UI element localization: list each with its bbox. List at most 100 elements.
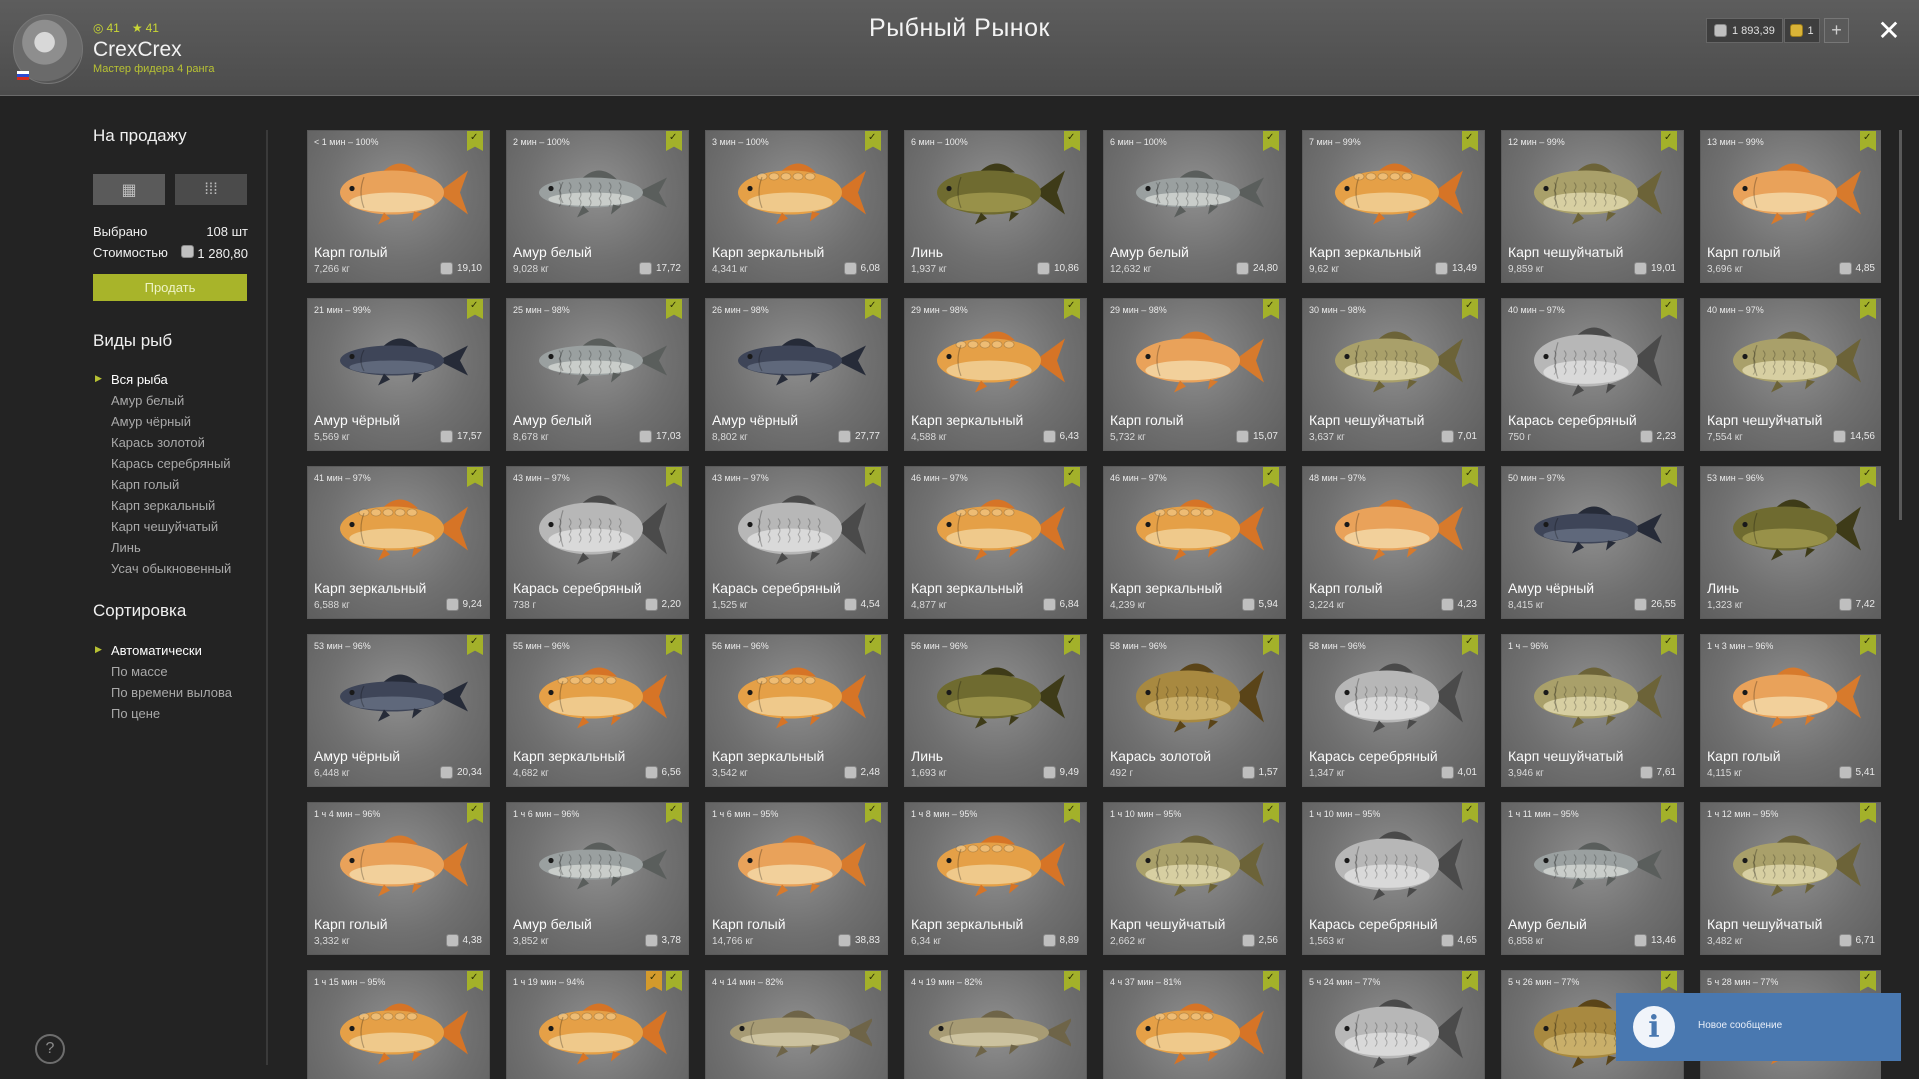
selected-bookmark-icon[interactable] <box>1064 131 1080 151</box>
selected-bookmark-icon[interactable] <box>865 467 881 487</box>
fish-card[interactable]: 13 мин – 99% Карп голый 3,696 кг 4,85 <box>1700 130 1881 283</box>
fish-card[interactable]: 3 мин – 100% Карп зеркальный 4,341 кг 6,… <box>705 130 888 283</box>
selected-bookmark-icon[interactable] <box>1860 635 1876 655</box>
selected-bookmark-icon[interactable] <box>1263 467 1279 487</box>
fish-card[interactable]: 56 мин – 96% Карп зеркальный 3,542 кг 2,… <box>705 634 888 787</box>
fish-card[interactable]: 30 мин – 98% Карп чешуйчатый 3,637 кг 7,… <box>1302 298 1485 451</box>
sort-option[interactable]: По массе <box>93 664 232 685</box>
selected-bookmark-icon[interactable] <box>1462 971 1478 991</box>
fish-card[interactable]: 48 мин – 97% Карп голый 3,224 кг 4,23 <box>1302 466 1485 619</box>
scrollbar[interactable] <box>1899 130 1902 520</box>
selected-bookmark-icon[interactable] <box>1661 299 1677 319</box>
selected-bookmark-icon[interactable] <box>1064 299 1080 319</box>
help-icon[interactable]: ? <box>35 1034 65 1064</box>
selected-bookmark-icon[interactable] <box>467 299 483 319</box>
selected-bookmark-icon[interactable] <box>1860 971 1876 991</box>
fish-card[interactable]: 1 ч 8 мин – 95% Карп зеркальный 6,34 кг … <box>904 802 1087 955</box>
fish-card[interactable]: 1 ч – 96% Карп чешуйчатый 3,946 кг 7,61 <box>1501 634 1684 787</box>
species-item[interactable]: Карп зеркальный <box>93 498 231 519</box>
species-item[interactable]: Амур чёрный <box>93 414 231 435</box>
fish-card[interactable]: 4 ч 37 мин – 81% <box>1103 970 1286 1079</box>
selected-bookmark-icon[interactable] <box>1661 467 1677 487</box>
selected-bookmark-icon[interactable] <box>1462 803 1478 823</box>
fish-card[interactable]: 56 мин – 96% Линь 1,693 кг 9,49 <box>904 634 1087 787</box>
fish-card[interactable]: 5 ч 24 мин – 77% <box>1302 970 1485 1079</box>
selected-bookmark-icon[interactable] <box>467 803 483 823</box>
grid-small-view-button[interactable]: ⁞⁞⁞ <box>175 174 247 205</box>
selected-bookmark-icon[interactable] <box>1661 971 1677 991</box>
selected-bookmark-icon[interactable] <box>1462 299 1478 319</box>
selected-bookmark-icon[interactable] <box>1462 131 1478 151</box>
selected-bookmark-icon[interactable] <box>666 467 682 487</box>
fish-card[interactable]: 1 ч 3 мин – 96% Карп голый 4,115 кг 5,41 <box>1700 634 1881 787</box>
selected-bookmark-icon[interactable] <box>865 635 881 655</box>
sort-option[interactable]: По времени вылова <box>93 685 232 706</box>
fish-card[interactable]: 1 ч 10 мин – 95% Карп чешуйчатый 2,662 к… <box>1103 802 1286 955</box>
selected-bookmark-icon[interactable] <box>666 635 682 655</box>
sort-option[interactable]: Автоматически <box>93 643 232 664</box>
selected-bookmark-icon[interactable] <box>666 299 682 319</box>
favorite-bookmark-icon[interactable] <box>646 971 662 991</box>
selected-bookmark-icon[interactable] <box>1064 635 1080 655</box>
selected-bookmark-icon[interactable] <box>1661 131 1677 151</box>
fish-card[interactable]: 21 мин – 99% Амур чёрный 5,569 кг 17,57 <box>307 298 490 451</box>
fish-card[interactable]: 26 мин – 98% Амур чёрный 8,802 кг 27,77 <box>705 298 888 451</box>
grid-large-view-button[interactable]: ▦ <box>93 174 165 205</box>
selected-bookmark-icon[interactable] <box>666 803 682 823</box>
selected-bookmark-icon[interactable] <box>467 635 483 655</box>
fish-card[interactable]: 55 мин – 96% Карп зеркальный 4,682 кг 6,… <box>506 634 689 787</box>
fish-card[interactable]: 2 мин – 100% Амур белый 9,028 кг 17,72 <box>506 130 689 283</box>
species-item[interactable]: Карась серебряный <box>93 456 231 477</box>
fish-card[interactable]: 4 ч 19 мин – 82% <box>904 970 1087 1079</box>
fish-card[interactable]: 1 ч 6 мин – 95% Карп голый 14,766 кг 38,… <box>705 802 888 955</box>
selected-bookmark-icon[interactable] <box>1064 803 1080 823</box>
selected-bookmark-icon[interactable] <box>1263 803 1279 823</box>
selected-bookmark-icon[interactable] <box>1064 467 1080 487</box>
fish-card[interactable]: 41 мин – 97% Карп зеркальный 6,588 кг 9,… <box>307 466 490 619</box>
fish-card[interactable]: 53 мин – 96% Линь 1,323 кг 7,42 <box>1700 466 1881 619</box>
fish-card[interactable]: 1 ч 15 мин – 95% <box>307 970 490 1079</box>
selected-bookmark-icon[interactable] <box>1462 635 1478 655</box>
fish-card[interactable]: 40 мин – 97% Карась серебряный 750 г 2,2… <box>1501 298 1684 451</box>
fish-card[interactable]: 4 ч 14 мин – 82% <box>705 970 888 1079</box>
fish-card[interactable]: 25 мин – 98% Амур белый 8,678 кг 17,03 <box>506 298 689 451</box>
fish-card[interactable]: 7 мин – 99% Карп зеркальный 9,62 кг 13,4… <box>1302 130 1485 283</box>
selected-bookmark-icon[interactable] <box>666 971 682 991</box>
fish-card[interactable]: 29 мин – 98% Карп зеркальный 4,588 кг 6,… <box>904 298 1087 451</box>
selected-bookmark-icon[interactable] <box>1860 299 1876 319</box>
notification-toast[interactable]: i Новое сообщение <box>1616 993 1901 1061</box>
selected-bookmark-icon[interactable] <box>1860 803 1876 823</box>
fish-card[interactable]: 12 мин – 99% Карп чешуйчатый 9,859 кг 19… <box>1501 130 1684 283</box>
close-icon[interactable]: ✕ <box>1873 14 1905 46</box>
selected-bookmark-icon[interactable] <box>467 131 483 151</box>
sell-button[interactable]: Продать <box>93 274 247 301</box>
fish-card[interactable]: 46 мин – 97% Карп зеркальный 4,877 кг 6,… <box>904 466 1087 619</box>
fish-card[interactable]: 1 ч 4 мин – 96% Карп голый 3,332 кг 4,38 <box>307 802 490 955</box>
species-item[interactable]: Карп голый <box>93 477 231 498</box>
species-item[interactable]: Линь <box>93 540 231 561</box>
sort-option[interactable]: По цене <box>93 706 232 727</box>
selected-bookmark-icon[interactable] <box>1860 467 1876 487</box>
fish-card[interactable]: 50 мин – 97% Амур чёрный 8,415 кг 26,55 <box>1501 466 1684 619</box>
selected-bookmark-icon[interactable] <box>1661 635 1677 655</box>
fish-card[interactable]: < 1 мин – 100% Карп голый 7,266 кг 19,10 <box>307 130 490 283</box>
fish-card[interactable]: 40 мин – 97% Карп чешуйчатый 7,554 кг 14… <box>1700 298 1881 451</box>
selected-bookmark-icon[interactable] <box>865 131 881 151</box>
fish-card[interactable]: 43 мин – 97% Карась серебряный 738 г 2,2… <box>506 466 689 619</box>
selected-bookmark-icon[interactable] <box>666 131 682 151</box>
species-item[interactable]: Карась золотой <box>93 435 231 456</box>
fish-card[interactable]: 1 ч 11 мин – 95% Амур белый 6,858 кг 13,… <box>1501 802 1684 955</box>
selected-bookmark-icon[interactable] <box>1462 467 1478 487</box>
selected-bookmark-icon[interactable] <box>865 971 881 991</box>
selected-bookmark-icon[interactable] <box>1263 635 1279 655</box>
species-item[interactable]: Амур белый <box>93 393 231 414</box>
fish-card[interactable]: 1 ч 12 мин – 95% Карп чешуйчатый 3,482 к… <box>1700 802 1881 955</box>
fish-card[interactable]: 6 мин – 100% Амур белый 12,632 кг 24,80 <box>1103 130 1286 283</box>
species-item[interactable]: Карп чешуйчатый <box>93 519 231 540</box>
fish-card[interactable]: 43 мин – 97% Карась серебряный 1,525 кг … <box>705 466 888 619</box>
fish-card[interactable]: 53 мин – 96% Амур чёрный 6,448 кг 20,34 <box>307 634 490 787</box>
selected-bookmark-icon[interactable] <box>467 971 483 991</box>
species-item[interactable]: Усач обыкновенный <box>93 561 231 582</box>
selected-bookmark-icon[interactable] <box>1860 131 1876 151</box>
selected-bookmark-icon[interactable] <box>1661 803 1677 823</box>
